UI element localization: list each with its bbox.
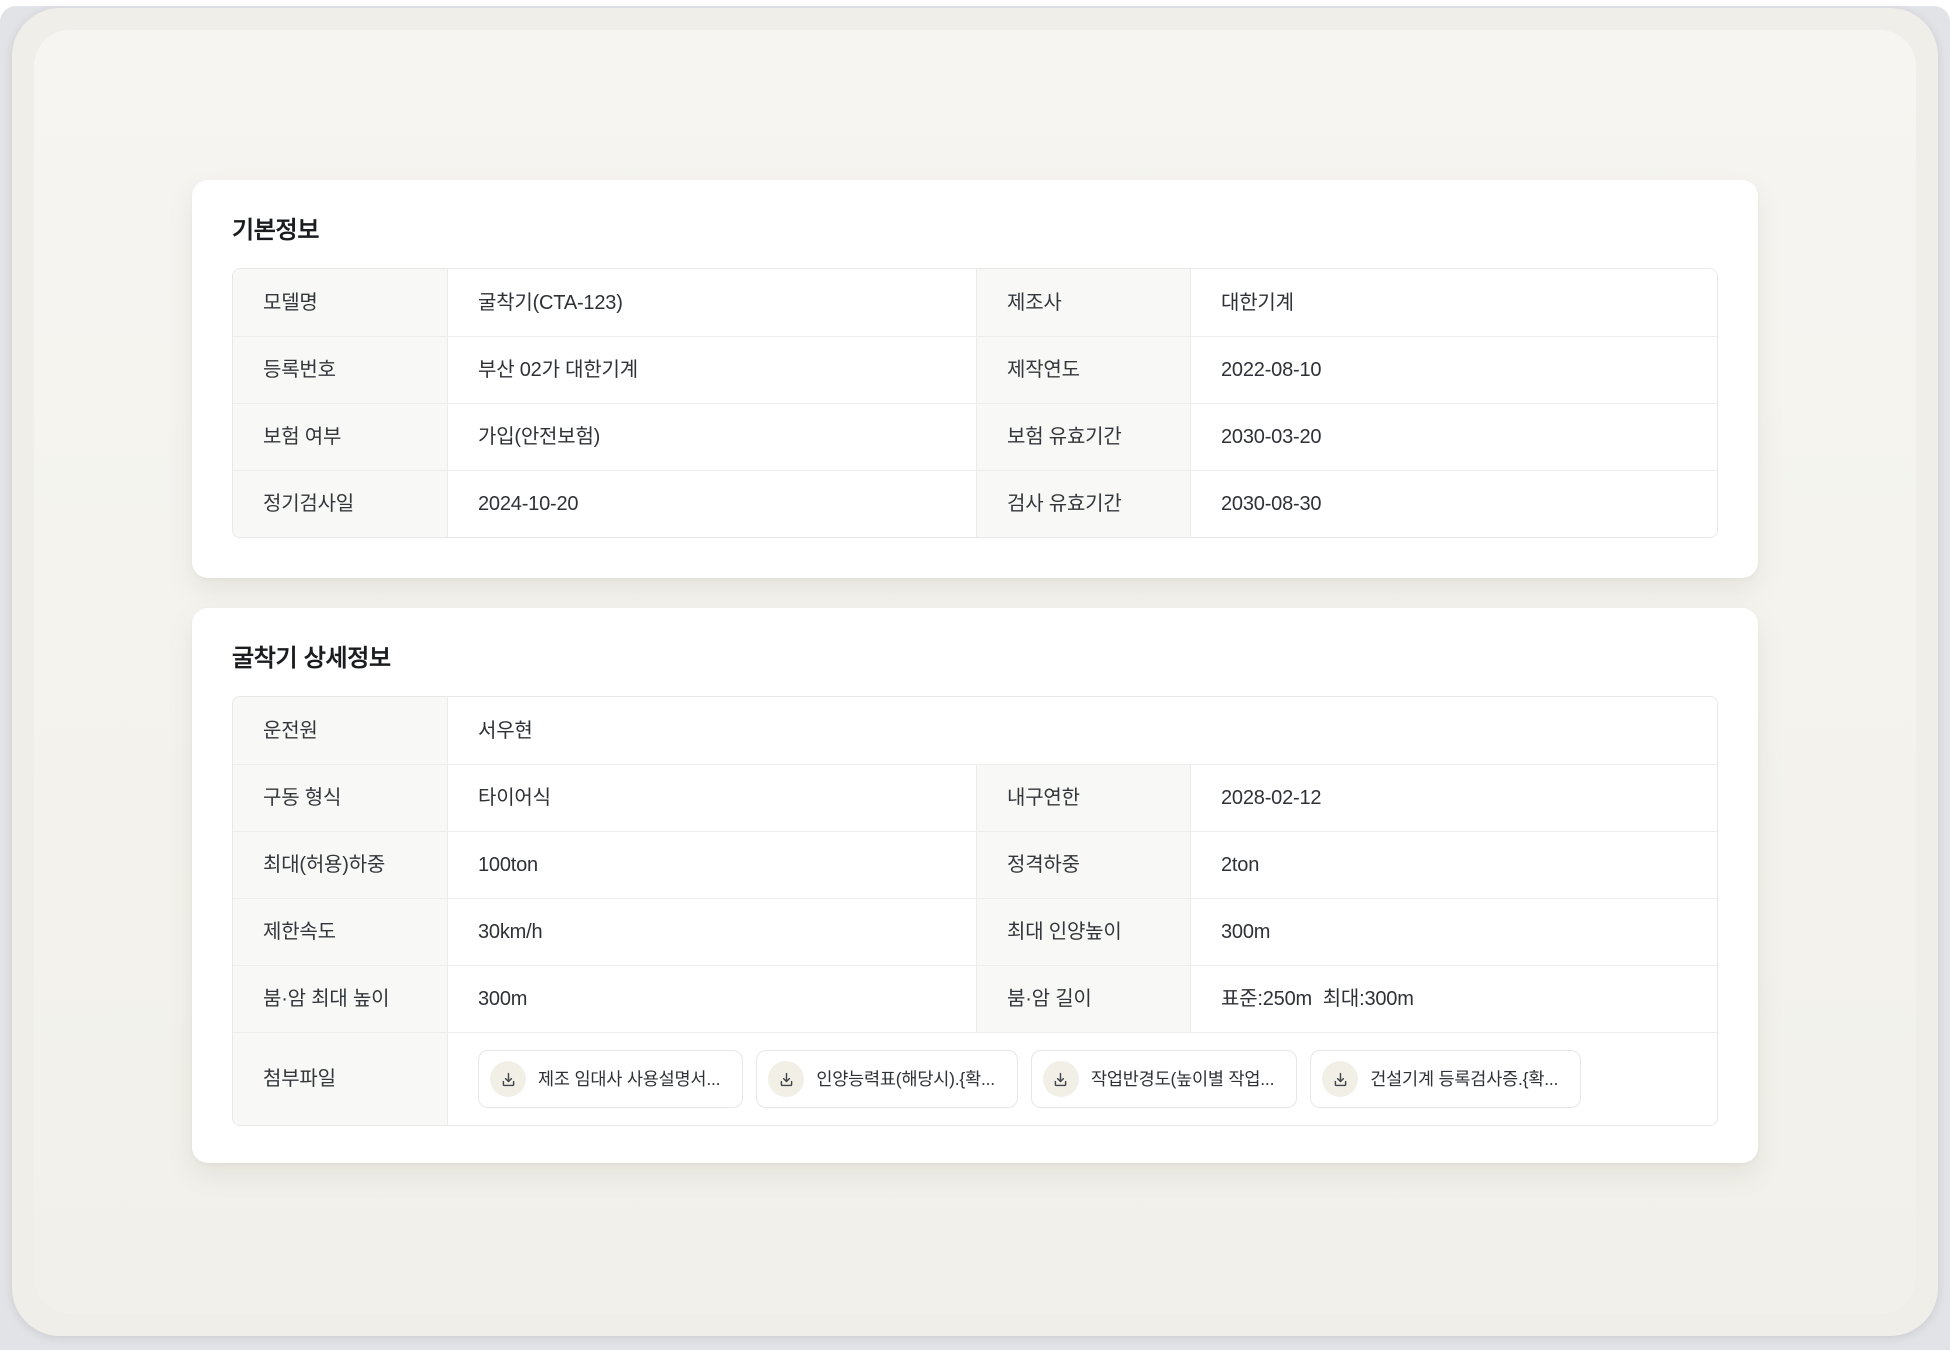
- field-value: 2022-08-10: [1191, 337, 1717, 403]
- field-label: 검사 유효기간: [976, 471, 1191, 537]
- attachments-row: 첨부파일 제조 임대사 사용설명서... 인양능력표(해당시).{확... 작업…: [233, 1032, 1717, 1125]
- download-icon: [490, 1061, 526, 1097]
- field-label: 정격하중: [976, 832, 1191, 898]
- field-label: 붐·암 최대 높이: [233, 966, 448, 1032]
- field-value: 300m: [448, 966, 976, 1032]
- field-value: 부산 02가 대한기계: [448, 337, 976, 403]
- detail-info-table: 운전원 서우현 구동 형식 타이어식 내구연한 2028-02-12 최대(허용…: [232, 696, 1718, 1126]
- field-label: 최대 인양높이: [976, 899, 1191, 965]
- table-row: 모델명 굴착기(CTA-123) 제조사 대한기계: [233, 269, 1717, 336]
- table-row: 구동 형식 타이어식 내구연한 2028-02-12: [233, 764, 1717, 831]
- field-value: 30km/h: [448, 899, 976, 965]
- field-label: 모델명: [233, 269, 448, 336]
- table-row: 제한속도 30km/h 최대 인양높이 300m: [233, 898, 1717, 965]
- attachment-file-chip[interactable]: 작업반경도(높이별 작업...: [1030, 1050, 1298, 1108]
- field-value: 표준:250m 최대:300m: [1191, 966, 1717, 1032]
- field-label: 보험 여부: [233, 404, 448, 470]
- table-row: 최대(허용)하중 100ton 정격하중 2ton: [233, 831, 1717, 898]
- basic-info-table: 모델명 굴착기(CTA-123) 제조사 대한기계 등록번호 부산 02가 대한…: [232, 268, 1718, 538]
- table-row: 붐·암 최대 높이 300m 붐·암 길이 표준:250m 최대:300m: [233, 965, 1717, 1032]
- field-label: 제작연도: [976, 337, 1191, 403]
- field-label: 제조사: [976, 269, 1191, 336]
- field-value: 2ton: [1191, 832, 1717, 898]
- field-value: 2030-08-30: [1191, 471, 1717, 537]
- table-row: 정기검사일 2024-10-20 검사 유효기간 2030-08-30: [233, 470, 1717, 537]
- field-label: 첨부파일: [233, 1033, 448, 1125]
- field-value: 100ton: [448, 832, 976, 898]
- field-value: 서우현: [448, 697, 1717, 764]
- page: 기본정보 모델명 굴착기(CTA-123) 제조사 대한기계 등록번호 부산 0…: [0, 0, 1950, 1350]
- basic-info-title: 기본정보: [232, 217, 320, 244]
- table-row: 보험 여부 가입(안전보험) 보험 유효기간 2030-03-20: [233, 403, 1717, 470]
- field-value: 굴착기(CTA-123): [448, 269, 976, 336]
- download-icon: [768, 1061, 805, 1097]
- attachment-file-name: 작업반경도(높이별 작업...: [1090, 1069, 1275, 1089]
- basic-info-card: 기본정보 모델명 굴착기(CTA-123) 제조사 대한기계 등록번호 부산 0…: [192, 180, 1758, 578]
- field-label: 내구연한: [976, 765, 1191, 831]
- field-label: 등록번호: [233, 337, 448, 403]
- field-label: 붐·암 길이: [976, 966, 1191, 1032]
- field-value: 2028-02-12: [1191, 765, 1717, 831]
- field-value: 대한기계: [1191, 269, 1717, 336]
- table-row: 등록번호 부산 02가 대한기계 제작연도 2022-08-10: [233, 336, 1717, 403]
- attachment-file-name: 건설기계 등록검사증.{확...: [1370, 1069, 1559, 1089]
- field-label: 제한속도: [233, 899, 448, 965]
- attachment-file-name: 제조 임대사 사용설명서...: [538, 1069, 721, 1089]
- field-value: 2030-03-20: [1191, 404, 1717, 470]
- download-icon: [1322, 1061, 1359, 1097]
- attachment-file-name: 인양능력표(해당시).{확...: [816, 1069, 995, 1089]
- field-label: 최대(허용)하중: [233, 832, 448, 898]
- field-value: 가입(안전보험): [448, 404, 976, 470]
- detail-info-title: 굴착기 상세정보: [232, 645, 391, 672]
- attachment-file-chip[interactable]: 건설기계 등록검사증.{확...: [1310, 1050, 1582, 1108]
- field-label: 정기검사일: [233, 471, 448, 537]
- attachment-file-chip[interactable]: 제조 임대사 사용설명서...: [478, 1050, 744, 1108]
- download-icon: [1042, 1061, 1079, 1097]
- field-value: 2024-10-20: [448, 471, 976, 537]
- attachment-list: 제조 임대사 사용설명서... 인양능력표(해당시).{확... 작업반경도(높…: [478, 1050, 1582, 1108]
- table-row: 운전원 서우현: [233, 697, 1717, 764]
- detail-info-card: 굴착기 상세정보 운전원 서우현 구동 형식 타이어식 내구연한 2028-02…: [192, 608, 1758, 1163]
- field-label: 구동 형식: [233, 765, 448, 831]
- attachment-file-chip[interactable]: 인양능력표(해당시).{확...: [756, 1050, 1018, 1108]
- field-value: 타이어식: [448, 765, 976, 831]
- field-label: 운전원: [233, 697, 448, 764]
- field-value: 300m: [1191, 899, 1717, 965]
- field-label: 보험 유효기간: [976, 404, 1191, 470]
